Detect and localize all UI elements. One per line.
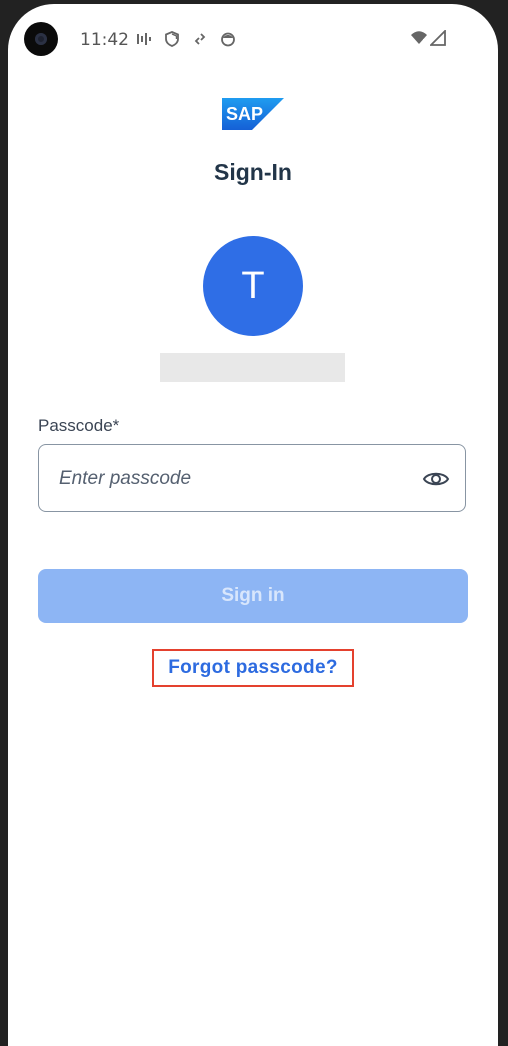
camera-cutout <box>24 22 58 56</box>
page-title: Sign-In <box>214 159 292 185</box>
status-bar: 11:42 <box>8 4 498 74</box>
sign-in-button[interactable]: Sign in <box>38 569 468 623</box>
link-icon <box>194 33 206 45</box>
system-indicators <box>410 30 446 46</box>
passcode-field-container <box>38 444 466 513</box>
face-icon <box>221 32 235 47</box>
passcode-input[interactable] <box>57 445 401 513</box>
sap-logo: SAP <box>222 98 284 130</box>
show-passcode-toggle[interactable] <box>421 465 451 493</box>
signal-bars-icon <box>137 33 151 45</box>
forgot-passcode-highlight: Forgot passcode? <box>152 649 354 687</box>
screen: 11:42 SAP Sign-In T Passcode* Sign in Fo… <box>8 4 498 1046</box>
avatar-initial: T <box>241 264 265 307</box>
username-redacted <box>160 353 345 382</box>
eye-icon <box>422 472 450 486</box>
phone-frame: 11:42 SAP Sign-In T Passcode* Sign in Fo… <box>0 0 508 1046</box>
passcode-label: Passcode* <box>38 416 120 435</box>
status-time: 11:42 <box>80 30 129 50</box>
forgot-passcode-link[interactable]: Forgot passcode? <box>168 657 337 679</box>
sap-logo-text: SAP <box>226 104 263 124</box>
wifi-icon <box>411 31 427 45</box>
avatar: T <box>203 236 303 336</box>
sap-logo-icon: SAP <box>222 98 284 130</box>
shield-icon <box>165 31 179 47</box>
cell-signal-icon <box>430 30 446 46</box>
